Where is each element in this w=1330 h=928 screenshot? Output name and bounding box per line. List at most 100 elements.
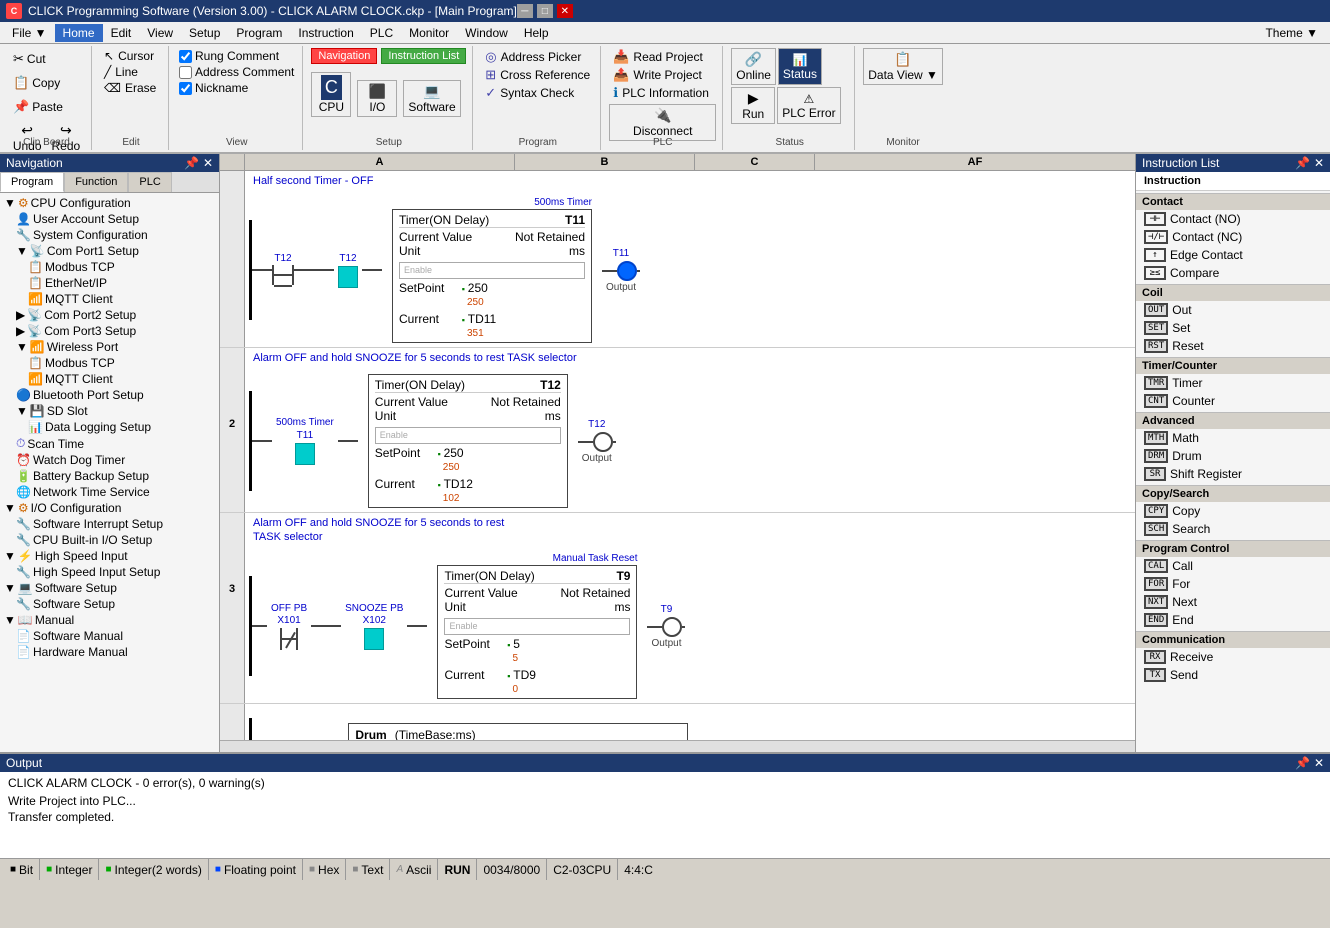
inst-for[interactable]: FOR For [1136, 575, 1330, 593]
inst-cat-program-control[interactable]: Program Control [1136, 540, 1330, 557]
inst-cat-communication[interactable]: Communication [1136, 631, 1330, 648]
inst-edge-contact[interactable]: ↑ Edge Contact [1136, 246, 1330, 264]
write-project-button[interactable]: 📤 Write Project [609, 66, 716, 84]
tree-com1[interactable]: ▼📡 Com Port1 Setup [2, 243, 217, 259]
maximize-btn[interactable]: □ [537, 4, 553, 18]
tree-battery[interactable]: 🔋 Battery Backup Setup [2, 468, 217, 484]
inst-call[interactable]: CAL Call [1136, 557, 1330, 575]
inst-send[interactable]: TX Send [1136, 666, 1330, 684]
inst-contact-no[interactable]: ⊣⊢ Contact (NO) [1136, 210, 1330, 228]
plc-error-button[interactable]: ⚠ PLC Error [777, 87, 840, 124]
nav-tab-program[interactable]: Program [0, 172, 64, 192]
navigation-button[interactable]: Navigation [311, 48, 377, 64]
syntax-check-button[interactable]: ✓ Syntax Check [481, 84, 594, 102]
copy-button[interactable]: 📋 Copy [8, 72, 65, 94]
inst-tab[interactable]: Instruction [1136, 172, 1330, 191]
menu-edit[interactable]: Edit [103, 24, 140, 42]
menu-instruction[interactable]: Instruction [290, 24, 361, 42]
menu-file[interactable]: File ▼ [4, 24, 55, 42]
io-button[interactable]: ⬛ I/O [357, 80, 397, 117]
inst-close-icon[interactable]: ✕ [1314, 156, 1324, 170]
online-button[interactable]: 🔗 Online [731, 48, 776, 85]
plc-information-button[interactable]: ℹ PLC Information [609, 84, 716, 102]
inst-receive[interactable]: RX Receive [1136, 648, 1330, 666]
tree-manual[interactable]: ▼📖 Manual [2, 612, 217, 628]
address-comment-checkbox[interactable]: Address Comment [177, 64, 296, 80]
rung-comment-checkbox[interactable]: Rung Comment [177, 48, 296, 64]
tree-wireless[interactable]: ▼📶 Wireless Port [2, 339, 217, 355]
inst-compare[interactable]: ≥≤ Compare [1136, 264, 1330, 282]
tree-watchdog[interactable]: ⏰ Watch Dog Timer [2, 452, 217, 468]
inst-cat-advanced[interactable]: Advanced [1136, 412, 1330, 429]
inst-counter[interactable]: CNT Counter [1136, 392, 1330, 410]
inst-drum[interactable]: DRM Drum [1136, 447, 1330, 465]
tree-mqtt-1[interactable]: 📶 MQTT Client [2, 291, 217, 307]
tree-com2[interactable]: ▶📡 Com Port2 Setup [2, 307, 217, 323]
tree-scan-time[interactable]: ⏱ Scan Time [2, 435, 217, 452]
data-view-button[interactable]: 📋 Data View ▼ [863, 48, 943, 85]
read-project-button[interactable]: 📥 Read Project [609, 48, 716, 66]
inst-cat-copy-search[interactable]: Copy/Search [1136, 485, 1330, 502]
inst-end[interactable]: END End [1136, 611, 1330, 629]
instruction-list-button[interactable]: Instruction List [381, 48, 466, 64]
cut-button[interactable]: ✂ Cut [8, 48, 51, 70]
menu-setup[interactable]: Setup [181, 24, 228, 42]
menu-help[interactable]: Help [516, 24, 557, 42]
address-picker-button[interactable]: ◎ Address Picker [481, 48, 594, 66]
tree-data-logging[interactable]: 📊 Data Logging Setup [2, 419, 217, 435]
tree-sw-manual[interactable]: 📄 Software Manual [2, 628, 217, 644]
minimize-btn[interactable]: ─ [517, 4, 533, 18]
tree-bluetooth[interactable]: 🔵 Bluetooth Port Setup [2, 387, 217, 403]
menu-plc[interactable]: PLC [362, 24, 401, 42]
paste-button[interactable]: 📌 Paste [8, 96, 68, 118]
inst-set[interactable]: SET Set [1136, 319, 1330, 337]
menu-monitor[interactable]: Monitor [401, 24, 457, 42]
inst-shift-register[interactable]: SR Shift Register [1136, 465, 1330, 483]
inst-cat-contact[interactable]: Contact [1136, 193, 1330, 210]
tree-sd-slot[interactable]: ▼💾 SD Slot [2, 403, 217, 419]
tree-sw-setup-item[interactable]: 🔧 Software Setup [2, 596, 217, 612]
erase-button[interactable]: ⌫ Erase [100, 80, 162, 96]
status-button[interactable]: 📊 Status [778, 48, 822, 85]
tree-modbus-tcp-2[interactable]: 📋 Modbus TCP [2, 355, 217, 371]
ladder-area[interactable]: A B C AF Half second Timer - OFF T12 [220, 154, 1135, 752]
nav-tab-function[interactable]: Function [64, 172, 128, 192]
inst-cat-timer-counter[interactable]: Timer/Counter [1136, 357, 1330, 374]
nav-close-icon[interactable]: ✕ [203, 156, 213, 170]
nav-pin-icon[interactable]: 📌 [184, 156, 199, 170]
inst-reset[interactable]: RST Reset [1136, 337, 1330, 355]
software-button[interactable]: 💻 Software [403, 80, 460, 117]
tree-ethernet-ip[interactable]: 📋 EtherNet/IP [2, 275, 217, 291]
nickname-checkbox[interactable]: Nickname [177, 80, 296, 96]
inst-next[interactable]: NXT Next [1136, 593, 1330, 611]
cross-reference-button[interactable]: ⊞ Cross Reference [481, 66, 594, 84]
inst-out[interactable]: OUT Out [1136, 301, 1330, 319]
tree-hs-input[interactable]: ▼⚡ High Speed Input [2, 548, 217, 564]
tree-sw-setup[interactable]: ▼💻 Software Setup [2, 580, 217, 596]
inst-cat-coil[interactable]: Coil [1136, 284, 1330, 301]
inst-contact-nc[interactable]: ⊣/⊢ Contact (NC) [1136, 228, 1330, 246]
output-close-icon[interactable]: ✕ [1314, 756, 1324, 770]
menu-home[interactable]: Home [55, 24, 103, 42]
cpu-button[interactable]: C CPU [311, 72, 351, 117]
run-button[interactable]: ▶ Run [731, 87, 775, 124]
tree-hw-manual[interactable]: 📄 Hardware Manual [2, 644, 217, 660]
tree-io-config[interactable]: ▼⚙ I/O Configuration [2, 500, 217, 516]
tree-hs-input-setup[interactable]: 🔧 High Speed Input Setup [2, 564, 217, 580]
menu-program[interactable]: Program [228, 24, 290, 42]
inst-pin-icon[interactable]: 📌 [1295, 156, 1310, 170]
tree-cpu-config[interactable]: ▼⚙ CPU Configuration [2, 195, 217, 211]
tree-network-time[interactable]: 🌐 Network Time Service [2, 484, 217, 500]
tree-user-account[interactable]: 👤 User Account Setup [2, 211, 217, 227]
inst-search[interactable]: SCH Search [1136, 520, 1330, 538]
close-btn[interactable]: ✕ [557, 4, 573, 18]
tree-mqtt-2[interactable]: 📶 MQTT Client [2, 371, 217, 387]
output-pin-icon[interactable]: 📌 [1295, 756, 1310, 770]
cursor-button[interactable]: ↖ Cursor [100, 48, 162, 64]
inst-copy[interactable]: CPY Copy [1136, 502, 1330, 520]
tree-sw-interrupt[interactable]: 🔧 Software Interrupt Setup [2, 516, 217, 532]
tree-system-config[interactable]: 🔧 System Configuration [2, 227, 217, 243]
tree-com3[interactable]: ▶📡 Com Port3 Setup [2, 323, 217, 339]
tree-cpu-io[interactable]: 🔧 CPU Built-in I/O Setup [2, 532, 217, 548]
ladder-hscrollbar[interactable] [220, 740, 1135, 752]
